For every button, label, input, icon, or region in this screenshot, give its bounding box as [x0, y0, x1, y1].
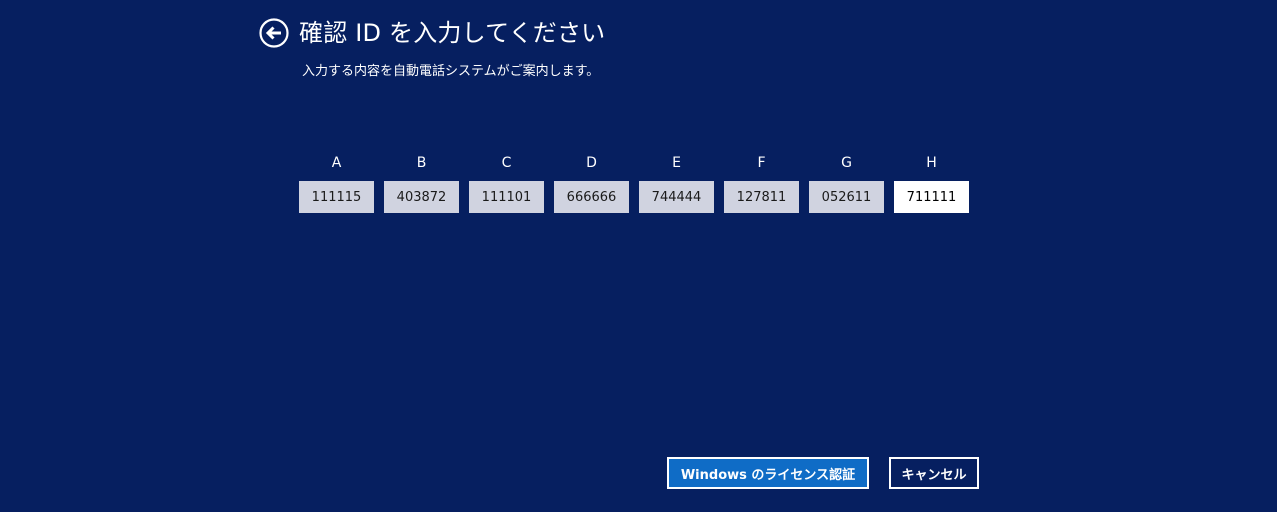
back-button[interactable]: [259, 18, 289, 48]
group-c: C: [469, 153, 544, 213]
group-h: H: [894, 153, 969, 213]
group-input-h[interactable]: [894, 181, 969, 213]
page-subtitle: 入力する内容を自動電話システムがご案内します。: [302, 64, 600, 79]
group-label-d: D: [586, 155, 597, 171]
group-input-a[interactable]: [299, 181, 374, 213]
group-b: B: [384, 153, 459, 213]
group-input-e[interactable]: [639, 181, 714, 213]
cancel-button[interactable]: キャンセル: [889, 457, 979, 489]
group-g: G: [809, 153, 884, 213]
group-input-c[interactable]: [469, 181, 544, 213]
group-label-f: F: [757, 155, 766, 171]
group-a: A: [299, 153, 374, 213]
page-title: 確認 ID を入力してください: [299, 19, 606, 47]
group-label-e: E: [672, 155, 681, 171]
header: 確認 ID を入力してください: [259, 17, 605, 49]
group-label-b: B: [416, 155, 427, 171]
back-arrow-icon: [259, 18, 289, 48]
group-d: D: [554, 153, 629, 213]
group-label-c: C: [501, 155, 512, 171]
group-input-g[interactable]: [809, 181, 884, 213]
group-input-b[interactable]: [384, 181, 459, 213]
group-label-g: G: [841, 155, 852, 171]
group-f: F: [724, 153, 799, 213]
confirmation-id-groups: A B C D E F G H: [299, 153, 969, 213]
group-e: E: [639, 153, 714, 213]
group-input-f[interactable]: [724, 181, 799, 213]
group-input-d[interactable]: [554, 181, 629, 213]
group-label-h: H: [926, 155, 937, 171]
group-label-a: A: [331, 155, 342, 171]
activate-windows-button[interactable]: Windows のライセンス認証: [667, 457, 869, 489]
